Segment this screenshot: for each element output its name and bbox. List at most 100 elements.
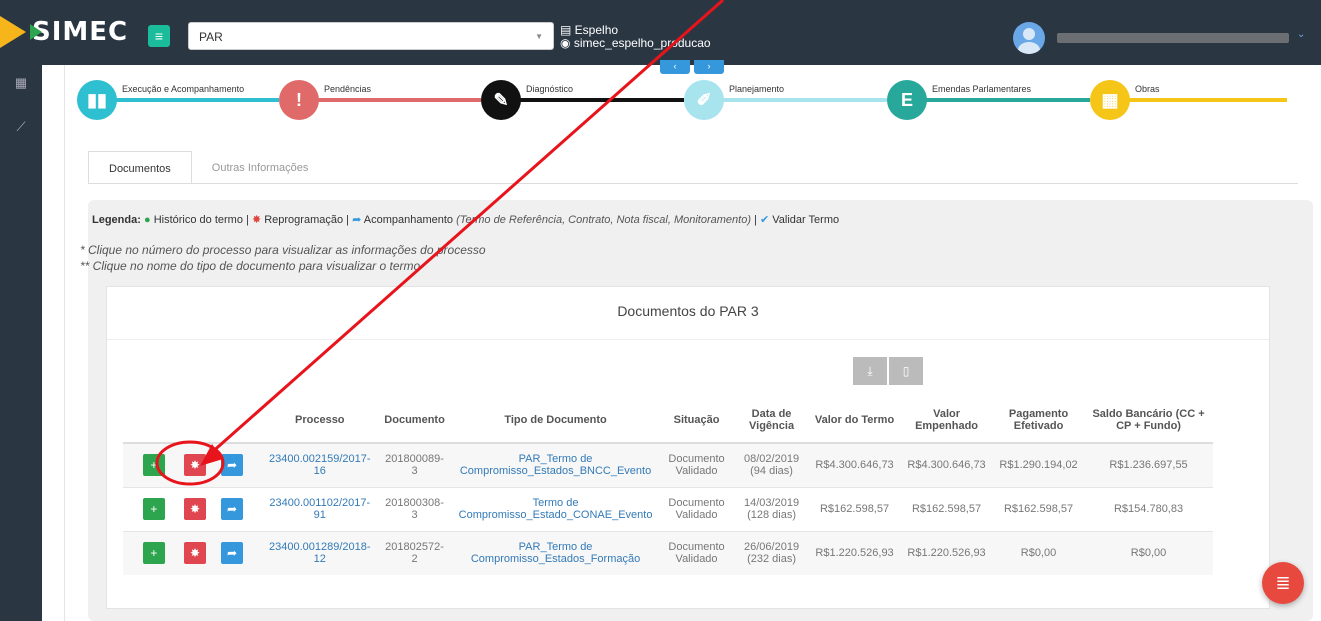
workflow-nav: ‹ › [660,60,724,74]
environment-info: ▤ Espelho ◉ simec_espelho_producao [560,24,711,50]
github-icon: ◉ [560,36,574,50]
env-name: Espelho [574,23,619,37]
export-buttons: ⤓ ▯ [853,357,923,385]
workflow-line [907,98,1090,102]
tipo-link[interactable]: Termo de Compromisso_Estado_CONAE_Evento [459,497,653,521]
reprogramacao-button[interactable]: ✸ [184,542,206,565]
legend-acompanhamento-note: (Termo de Referência, Contrato, Nota fis… [456,214,751,226]
header-processo: Processo [263,398,377,444]
sidebar: ▦ ⟋ [0,65,42,621]
cell-data: 26/06/2019 (232 dias) [734,530,809,575]
legend-title: Legenda: [92,214,141,226]
cell-documento: 201800089-3 [376,442,453,487]
documents-table: Processo Documento Tipo de Documento Sit… [123,398,1213,575]
processo-link[interactable]: 23400.002159/2017-16 [269,453,371,477]
header-saldo: Saldo Bancário (CC + CP + Fundo) [1084,398,1213,444]
top-bar: SIMEC ≡ PAR ▼ ▤ Espelho ◉ simec_espelho_… [0,0,1321,65]
cell-pagamento: R$0,00 [992,530,1085,575]
chevron-left-icon[interactable]: ‹ [660,60,690,74]
legend-historico: Histórico do termo [153,214,243,226]
download-icon: ⤓ [867,364,873,378]
legend-reprogramacao: Reprogramação [264,214,344,226]
workflow-step-label[interactable]: Diagnóstico [526,84,573,94]
processo-link[interactable]: 23400.001289/2018-12 [269,541,371,565]
avatar[interactable] [1013,22,1045,54]
chevron-right-icon[interactable]: › [694,60,724,74]
workflow-line [704,98,887,102]
workflow-line [1110,98,1287,102]
workflow-line [501,98,684,102]
cell-tipo[interactable]: PAR_Termo de Compromisso_Estados_Formaçã… [452,530,659,575]
cell-valor-empenhado: R$1.220.526,93 [900,530,993,575]
dias-restantes: (232 dias) [747,553,796,566]
cell-valor-termo: R$4.300.646,73 [808,442,901,487]
gear-icon: ✸ [251,214,262,226]
chart-icon[interactable]: ▮▮ [77,80,117,120]
dashboard-icon[interactable]: ▦ [12,75,30,93]
database-icon: ▤ [560,23,575,37]
file-icon: ▯ [902,364,910,378]
reprogramacao-button[interactable]: ✸ [184,454,206,477]
warning-icon[interactable]: ! [279,80,319,120]
building-icon[interactable]: ▦ [1090,80,1130,120]
historico-button[interactable]: + [142,542,165,565]
hamburger-icon: ≡ [154,28,164,44]
cell-valor-termo: R$1.220.526,93 [808,530,901,575]
pencil-icon[interactable]: ✐ [684,80,724,120]
dias-restantes: (128 dias) [747,509,796,521]
historico-button[interactable]: + [142,454,165,477]
tab-outras-informacoes[interactable]: Outras Informações [192,151,329,184]
header-valor-empenhado: Valor Empenhado [900,398,993,444]
workflow-step-label[interactable]: Execução e Acompanhamento [122,84,244,94]
cell-documento: 201800308-3 [376,486,453,531]
edit-icon[interactable]: ✎ [481,80,521,120]
acompanhamento-button[interactable]: ➦ [221,454,244,477]
cell-processo[interactable]: 23400.002159/2017-16 [263,442,377,487]
cell-documento: 201802572-2 [376,530,453,575]
tipo-link[interactable]: PAR_Termo de Compromisso_Estados_BNCC_Ev… [460,453,651,477]
tab-documentos[interactable]: Documentos [88,151,192,184]
acompanhamento-button[interactable]: ➦ [221,542,244,565]
workflow-line [97,98,279,102]
download-button[interactable]: ⤓ [853,357,887,385]
cell-situacao: Documento Validado [658,486,735,531]
workflow-step-label[interactable]: Obras [1135,84,1160,94]
module-select[interactable]: PAR ▼ [188,22,554,50]
workflow-step-label[interactable]: Emendas Parlamentares [932,84,1031,94]
acompanhamento-button[interactable]: ➦ [221,498,244,520]
cell-situacao: Documento Validado [658,530,735,575]
file-button[interactable]: ▯ [889,357,923,385]
plus-circle-icon: ● [143,214,151,226]
historico-button[interactable]: + [142,498,165,520]
workflow-step-label[interactable]: Pendências [324,84,371,94]
simec-logo[interactable]: SIMEC [0,16,128,48]
env-db: simec_espelho_producao [573,36,711,50]
notes: * Clique no número do processo para visu… [80,242,486,274]
row-actions: + ✸ ➦ [123,530,263,575]
reprogramacao-button[interactable]: ✸ [184,498,206,520]
processo-link[interactable]: 23400.001102/2017-91 [269,497,370,521]
header-tipo: Tipo de Documento [452,398,659,444]
table-row: + ✸ ➦ 23400.002159/2017-16 201800089-3 P… [123,442,1213,487]
cell-valor-empenhado: R$162.598,57 [900,486,993,531]
legend-acompanhamento: Acompanhamento [363,214,454,226]
chevron-down-icon[interactable]: ⌄ [1297,29,1305,40]
tipo-link[interactable]: PAR_Termo de Compromisso_Estados_Formaçã… [471,541,640,565]
header-valor-termo: Valor do Termo [808,398,901,444]
floating-menu-button[interactable]: ≣ [1262,562,1304,604]
cell-tipo[interactable]: Termo de Compromisso_Estado_CONAE_Evento [452,486,659,531]
username-redacted[interactable] [1057,33,1289,43]
menu-toggle-button[interactable]: ≡ [148,25,170,47]
dias-restantes: (94 dias) [750,465,793,478]
line-chart-icon[interactable]: ⟋ [12,119,30,137]
cell-processo[interactable]: 23400.001289/2018-12 [263,530,377,575]
cell-situacao: Documento Validado [658,442,735,487]
cell-tipo[interactable]: PAR_Termo de Compromisso_Estados_BNCC_Ev… [452,442,659,487]
data-vigencia: 08/02/2019 [744,453,800,466]
cell-processo[interactable]: 23400.001102/2017-91 [263,486,377,531]
cell-data: 08/02/2019 (94 dias) [734,442,809,487]
letter-e-icon[interactable]: E [887,80,927,120]
workflow-step-label[interactable]: Planejamento [729,84,784,94]
check-icon: ✔ [759,214,770,226]
cell-valor-termo: R$162.598,57 [808,486,901,531]
